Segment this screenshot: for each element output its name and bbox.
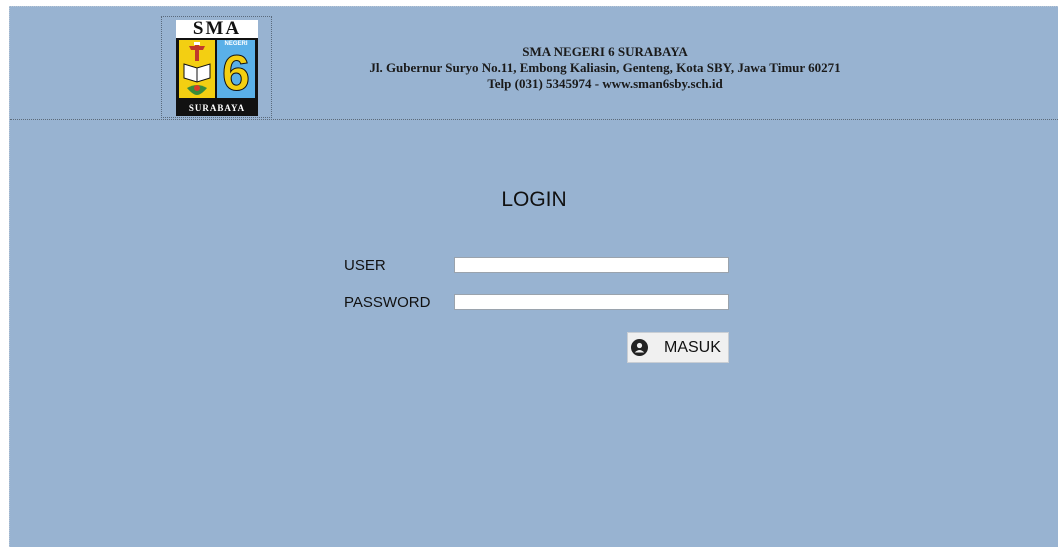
school-contact: Telp (031) 5345974 - www.sman6sby.sch.id xyxy=(487,76,723,91)
page: SMA NEGERI 6 SURABAYA SMA NEGERI 6 SURAB… xyxy=(9,6,1058,547)
user-circle-icon xyxy=(631,339,648,356)
logo-number-panel: NEGERI 6 xyxy=(217,40,255,101)
logo-bottom-text: SURABAYA xyxy=(188,103,246,113)
header: SMA NEGERI 6 SURABAYA SMA NEGERI 6 SURAB… xyxy=(10,7,1058,120)
masuk-button-label: MASUK xyxy=(664,338,721,356)
school-address: Jl. Gubernur Suryo No.11, Embong Kaliasi… xyxy=(369,60,841,75)
school-name: SMA NEGERI 6 SURABAYA xyxy=(522,44,688,59)
logo-frame: SMA NEGERI 6 SURABAYA xyxy=(161,16,272,118)
logo-top-text: SMA xyxy=(176,19,258,38)
password-input[interactable] xyxy=(454,294,729,310)
school-info: SMA NEGERI 6 SURABAYA Jl. Gubernur Suryo… xyxy=(280,44,930,92)
school-logo: SMA NEGERI 6 SURABAYA xyxy=(176,19,258,116)
masuk-button[interactable]: MASUK xyxy=(627,332,729,363)
password-label: PASSWORD xyxy=(344,294,431,311)
emblem-icon xyxy=(183,42,211,95)
user-input[interactable] xyxy=(454,257,729,273)
logo-emblem xyxy=(179,40,215,98)
user-label: USER xyxy=(344,257,386,274)
logo-number: 6 xyxy=(222,45,251,101)
login-title: LOGIN xyxy=(501,188,567,211)
